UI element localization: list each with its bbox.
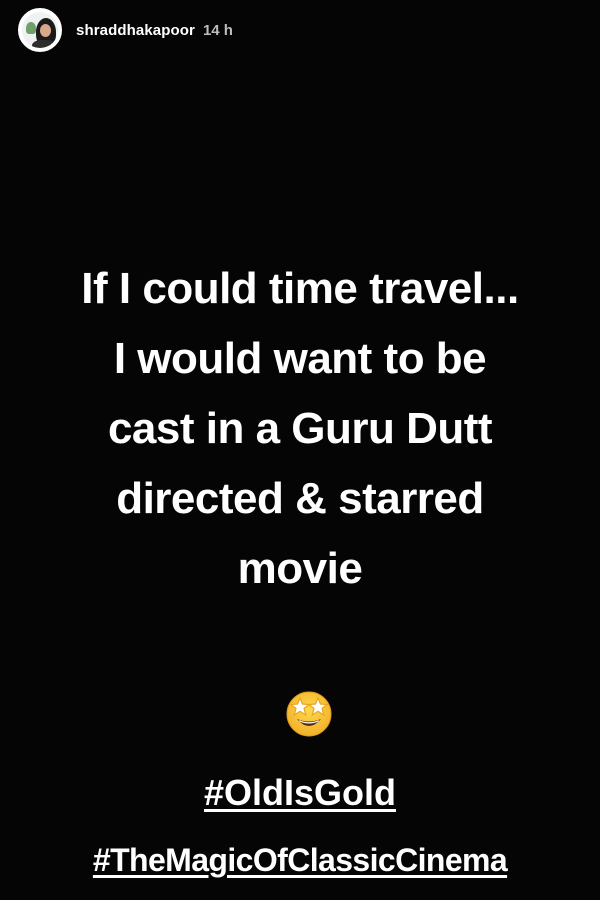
story-text: If I could time travel... I would want t… bbox=[0, 254, 600, 604]
hashtag-oldisgold[interactable]: #OldIsGold bbox=[0, 772, 600, 814]
story-text-line: directed & starred bbox=[116, 474, 484, 523]
story-text-line: movie bbox=[237, 544, 363, 593]
hashtag-themagicofclassiccinema[interactable]: #TheMagicOfClassicCinema bbox=[0, 842, 600, 879]
timestamp: 14 h bbox=[202, 21, 233, 39]
story-text-line: I would want to be bbox=[113, 334, 487, 383]
story-text-line: cast in a Guru Dutt bbox=[107, 404, 493, 453]
story-header: shraddhakapoor 14 h bbox=[18, 8, 233, 52]
story-text-line: If I could time travel... bbox=[81, 264, 519, 313]
star-struck-emoji-icon bbox=[286, 691, 332, 737]
avatar-image bbox=[22, 12, 58, 48]
avatar[interactable] bbox=[18, 8, 62, 52]
username[interactable]: shraddhakapoor bbox=[76, 22, 195, 39]
